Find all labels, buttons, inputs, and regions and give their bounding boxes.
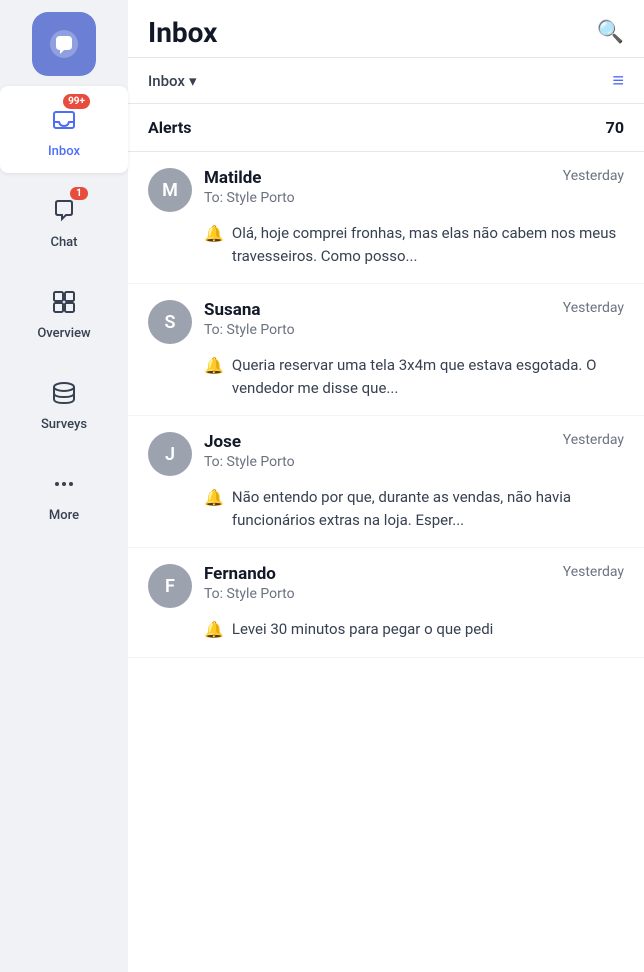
alerts-label: Alerts — [148, 118, 192, 137]
sidebar-inbox-label: Inbox — [48, 144, 80, 159]
sidebar-more-label: More — [49, 508, 79, 523]
message-item[interactable]: J Jose Yesterday To: Style Porto 🔔 Não e… — [128, 416, 644, 548]
message-sender: Susana — [204, 300, 260, 320]
message-to: To: Style Porto — [204, 322, 624, 338]
sidebar-chat-label: Chat — [50, 235, 77, 250]
message-to: To: Style Porto — [204, 190, 624, 206]
avatar: M — [148, 168, 192, 212]
message-preview: 🔔 Não entendo por que, durante as vendas… — [204, 486, 624, 531]
message-text: Olá, hoje comprei fronhas, mas elas não … — [232, 222, 624, 267]
message-info: Jose Yesterday To: Style Porto — [204, 432, 624, 470]
more-icon — [50, 470, 78, 498]
inbox-dropdown[interactable]: Inbox ▾ — [148, 72, 196, 90]
message-top: F Fernando Yesterday To: Style Porto — [148, 564, 624, 608]
main-panel: Inbox 🔍 Inbox ▾ ≡ Alerts 70 M Matilde Ye… — [128, 0, 644, 972]
message-header: Susana Yesterday — [204, 300, 624, 320]
avatar: J — [148, 432, 192, 476]
message-top: M Matilde Yesterday To: Style Porto — [148, 168, 624, 212]
message-item[interactable]: S Susana Yesterday To: Style Porto 🔔 Que… — [128, 284, 644, 416]
sidebar: 99+ Inbox 1 Chat Overview — [0, 0, 128, 972]
overview-icon-wrapper — [44, 282, 84, 322]
message-time: Yesterday — [563, 300, 624, 316]
sidebar-overview-label: Overview — [37, 326, 90, 341]
message-item[interactable]: M Matilde Yesterday To: Style Porto 🔔 Ol… — [128, 152, 644, 284]
sidebar-item-more[interactable]: More — [0, 450, 128, 537]
alerts-count: 70 — [606, 118, 624, 137]
logo-icon — [46, 26, 82, 62]
bell-icon: 🔔 — [204, 488, 224, 507]
inbox-icon-wrapper: 99+ — [44, 100, 84, 140]
avatar: S — [148, 300, 192, 344]
message-sender: Fernando — [204, 564, 276, 584]
message-time: Yesterday — [563, 564, 624, 580]
chat-badge: 1 — [70, 187, 88, 200]
chevron-down-icon: ▾ — [189, 72, 197, 90]
message-text: Levei 30 minutos para pegar o que pedi — [232, 618, 493, 641]
message-info: Susana Yesterday To: Style Porto — [204, 300, 624, 338]
messages-list: M Matilde Yesterday To: Style Porto 🔔 Ol… — [128, 152, 644, 972]
header: Inbox 🔍 — [128, 0, 644, 58]
bell-icon: 🔔 — [204, 620, 224, 639]
message-sender: Jose — [204, 432, 241, 452]
chat-icon-wrapper: 1 — [44, 191, 84, 231]
message-time: Yesterday — [563, 432, 624, 448]
overview-icon — [50, 288, 78, 316]
message-header: Fernando Yesterday — [204, 564, 624, 584]
bell-icon: 🔔 — [204, 356, 224, 375]
message-info: Fernando Yesterday To: Style Porto — [204, 564, 624, 602]
message-top: S Susana Yesterday To: Style Porto — [148, 300, 624, 344]
alerts-bar: Alerts 70 — [128, 104, 644, 152]
surveys-icon — [50, 379, 78, 407]
avatar: F — [148, 564, 192, 608]
message-top: J Jose Yesterday To: Style Porto — [148, 432, 624, 476]
message-time: Yesterday — [563, 168, 624, 184]
message-sender: Matilde — [204, 168, 261, 188]
message-to: To: Style Porto — [204, 586, 624, 602]
message-item[interactable]: F Fernando Yesterday To: Style Porto 🔔 L… — [128, 548, 644, 658]
sidebar-item-overview[interactable]: Overview — [0, 268, 128, 355]
inbox-badge: 99+ — [63, 94, 90, 109]
bell-icon: 🔔 — [204, 224, 224, 243]
chat-icon — [50, 197, 78, 225]
message-info: Matilde Yesterday To: Style Porto — [204, 168, 624, 206]
subheader: Inbox ▾ ≡ — [128, 58, 644, 104]
more-icon-wrapper — [44, 464, 84, 504]
page-title: Inbox — [148, 16, 217, 49]
message-preview: 🔔 Queria reservar uma tela 3x4m que esta… — [204, 354, 624, 399]
sidebar-item-chat[interactable]: 1 Chat — [0, 177, 128, 264]
inbox-icon — [50, 106, 78, 134]
message-header: Matilde Yesterday — [204, 168, 624, 188]
message-to: To: Style Porto — [204, 454, 624, 470]
sidebar-item-surveys[interactable]: Surveys — [0, 359, 128, 446]
app-logo[interactable] — [32, 12, 96, 76]
surveys-icon-wrapper — [44, 373, 84, 413]
message-text: Não entendo por que, durante as vendas, … — [232, 486, 624, 531]
inbox-dropdown-label: Inbox — [148, 72, 185, 90]
sidebar-surveys-label: Surveys — [41, 417, 87, 432]
filter-icon[interactable]: ≡ — [612, 68, 624, 93]
message-preview: 🔔 Olá, hoje comprei fronhas, mas elas nã… — [204, 222, 624, 267]
message-text: Queria reservar uma tela 3x4m que estava… — [232, 354, 624, 399]
sidebar-item-inbox[interactable]: 99+ Inbox — [0, 86, 128, 173]
message-header: Jose Yesterday — [204, 432, 624, 452]
search-icon[interactable]: 🔍 — [597, 20, 624, 45]
message-preview: 🔔 Levei 30 minutos para pegar o que pedi — [204, 618, 624, 641]
